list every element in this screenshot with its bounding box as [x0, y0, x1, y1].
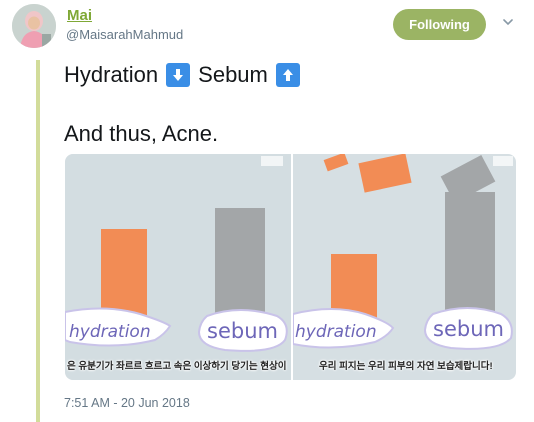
following-button[interactable]: Following [393, 9, 486, 40]
user-handle[interactable]: @MaisarahMahmud [66, 27, 183, 42]
thread-line [36, 60, 40, 422]
media-image-right[interactable]: hydration sebum 우리 피지는 우리 피부의 자연 보습제랍니다! [293, 154, 516, 380]
avatar-image [12, 4, 56, 48]
media-right-hydration-label: hydration [295, 322, 377, 342]
media-left-hydration-label: hydration [69, 322, 151, 342]
tweet-line-1: Hydration Sebum [64, 62, 308, 88]
tweet-word-sebum: Sebum [198, 62, 268, 87]
chevron-down-icon[interactable] [500, 14, 516, 30]
media-right-sebum-label: sebum [433, 317, 504, 341]
display-name[interactable]: Mai [67, 7, 92, 24]
tweet-line-2: And thus, Acne. [64, 121, 219, 146]
media-image-left[interactable]: hydration sebum 은 유분기가 좌르르 흐르고 속은 이상하기 당… [65, 154, 291, 380]
tweet-word-hydration: Hydration [64, 62, 159, 87]
avatar[interactable] [12, 4, 56, 48]
media-right-caption: 우리 피지는 우리 피부의 자연 보습제랍니다! [319, 361, 493, 372]
tweet-timestamp[interactable]: 7:51 AM - 20 Jun 2018 [64, 396, 190, 410]
media-left-sebum-label: sebum [207, 319, 278, 343]
media-left-caption: 은 유분기가 좌르르 흐르고 속은 이상하기 당기는 현상이 [67, 361, 287, 372]
up-arrow-icon [275, 63, 300, 87]
down-arrow-icon [166, 63, 191, 87]
tweet-media[interactable]: hydration sebum 은 유분기가 좌르르 흐르고 속은 이상하기 당… [65, 154, 516, 380]
